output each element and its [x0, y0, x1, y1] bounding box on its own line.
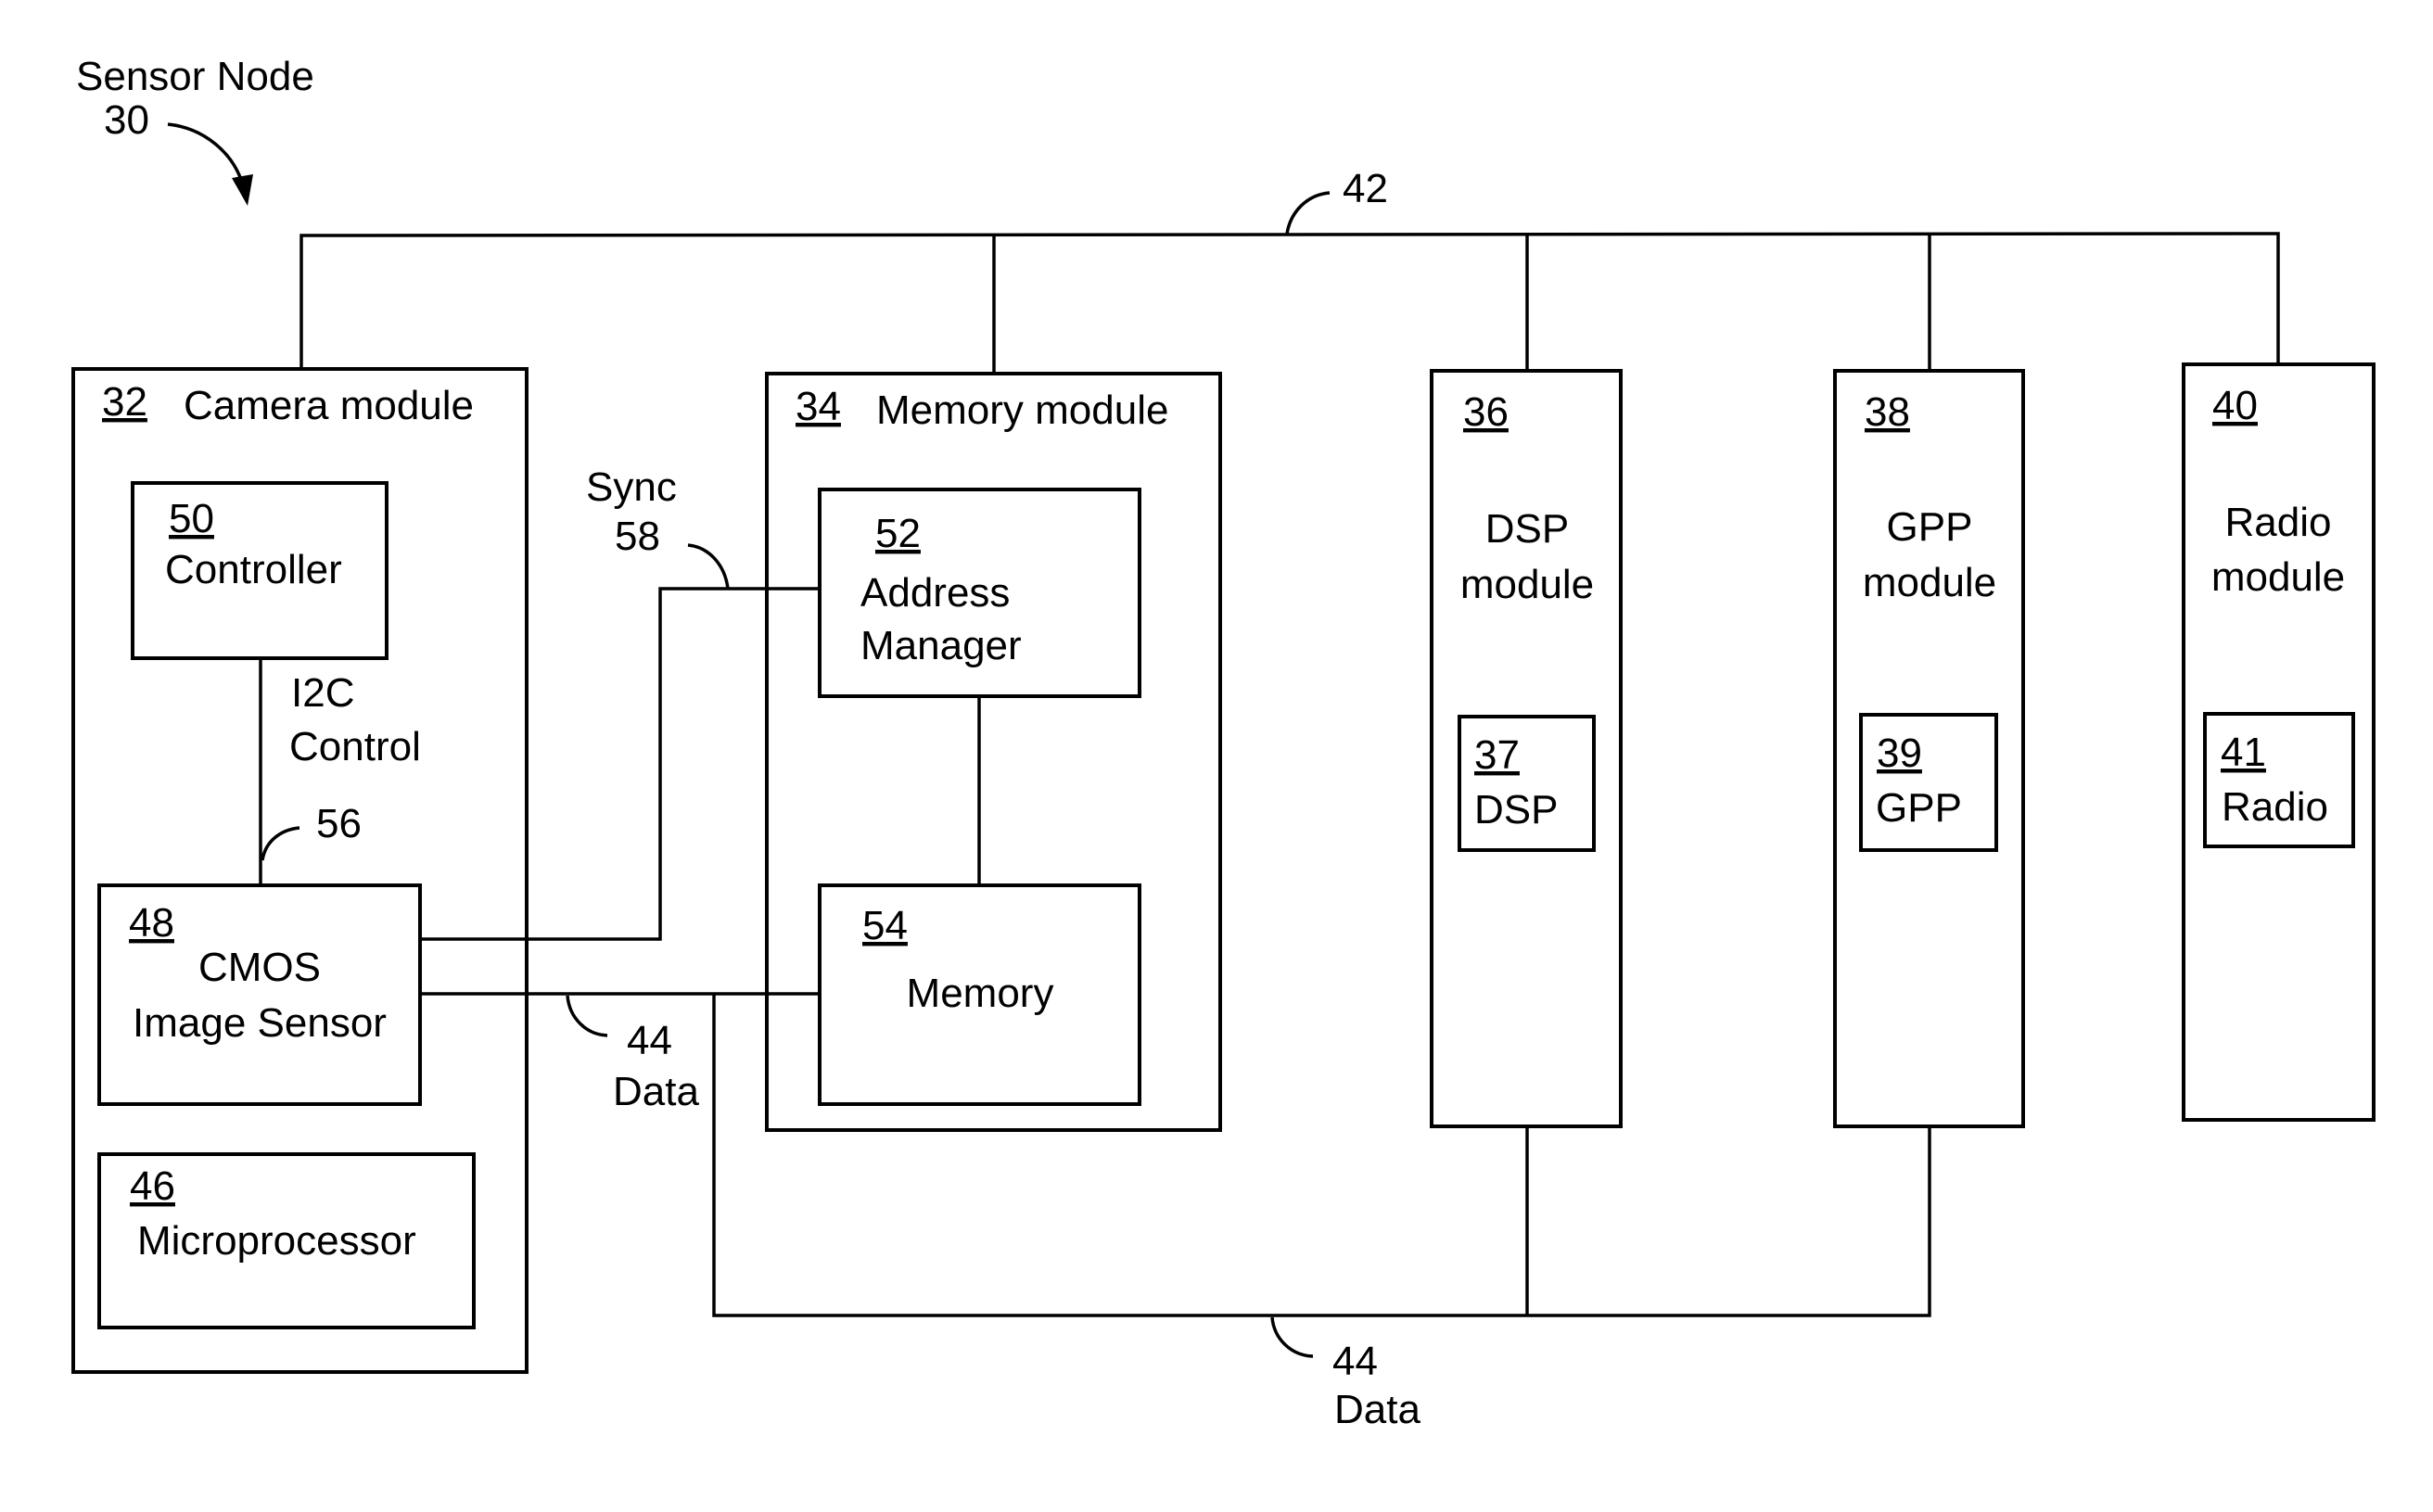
diagram-title: Sensor Node — [76, 54, 314, 99]
radio-ref: 41 — [2221, 730, 2266, 775]
sync-ref: 58 — [615, 514, 660, 559]
gpp-module-ref: 38 — [1865, 389, 1910, 435]
radio-module-line1: Radio — [2225, 500, 2332, 545]
dsp-module-line2: module — [1460, 562, 1594, 607]
dsp-module: 36 DSP module 37 DSP — [1430, 369, 1623, 1128]
controller-label: Controller — [165, 547, 342, 592]
dsp-module-ref: 36 — [1463, 389, 1509, 435]
cmos-label-line1: CMOS — [198, 945, 321, 990]
radio-block: 41 Radio — [2203, 712, 2355, 848]
pointer-arrow-icon — [167, 122, 253, 206]
data-bottom-ref: 44 — [1332, 1339, 1378, 1384]
gpp-ref: 39 — [1877, 731, 1922, 776]
controller-ref: 50 — [169, 496, 214, 541]
dsp-ref: 37 — [1474, 732, 1520, 778]
camera-module-label: Camera module — [184, 383, 474, 428]
address-manager-line2: Manager — [860, 623, 1022, 668]
gpp-module: 38 GPP module 39 GPP — [1833, 369, 2025, 1128]
gpp-block: 39 GPP — [1859, 713, 1998, 852]
dsp-label: DSP — [1474, 787, 1558, 832]
sensor-node-diagram: Sensor Node 30 42 32 Camera module 50 Co… — [71, 54, 2376, 1432]
cmos-image-sensor-block: 48 CMOS Image Sensor — [97, 883, 422, 1106]
dsp-module-line1: DSP — [1485, 506, 1569, 552]
memory-module: 34 Memory module 52 Address Manager 54 M… — [765, 372, 1222, 1132]
radio-module-line2: module — [2211, 554, 2345, 600]
cmos-ref: 48 — [129, 900, 174, 946]
dsp-block: 37 DSP — [1458, 715, 1596, 852]
address-manager-block: 52 Address Manager — [818, 488, 1141, 698]
gpp-module-line1: GPP — [1887, 504, 1973, 550]
radio-module: 40 Radio module 41 Radio — [2182, 362, 2376, 1122]
microprocessor-block: 46 Microprocessor — [97, 1152, 476, 1329]
gpp-module-line2: module — [1863, 560, 1996, 605]
cmos-label-line2: Image Sensor — [133, 1000, 387, 1046]
microprocessor-label: Microprocessor — [137, 1218, 416, 1264]
microprocessor-ref: 46 — [130, 1163, 175, 1209]
memory-ref: 54 — [862, 903, 908, 948]
address-manager-ref: 52 — [875, 511, 921, 556]
camera-module-ref: 32 — [102, 379, 147, 425]
memory-block: 54 Memory — [818, 883, 1141, 1106]
memory-module-label: Memory module — [876, 388, 1168, 433]
data-44-bottom-leader — [1270, 1316, 1314, 1358]
radio-label: Radio — [2222, 784, 2328, 830]
i2c-label-line2: Control — [289, 724, 421, 769]
radio-module-ref: 40 — [2212, 383, 2258, 428]
memory-module-ref: 34 — [796, 384, 841, 429]
bus-42-leader — [1285, 191, 1331, 235]
gpp-label: GPP — [1876, 785, 1962, 831]
data-bottom-label: Data — [1334, 1387, 1420, 1432]
top-bus — [299, 232, 2280, 374]
diagram-title-ref: 30 — [104, 97, 149, 143]
data-44-mid-leader — [566, 995, 608, 1037]
camera-module: 32 Camera module 50 Controller 48 CMOS I… — [71, 367, 529, 1374]
data-mid-ref: 44 — [627, 1018, 672, 1063]
memory-label: Memory — [907, 971, 1054, 1016]
i2c-ref: 56 — [316, 801, 362, 846]
sync-label: Sync — [586, 464, 677, 510]
address-manager-line1: Address — [860, 570, 1010, 616]
data-mid-label: Data — [613, 1069, 699, 1114]
bus-42-ref: 42 — [1343, 166, 1388, 211]
controller-block: 50 Controller — [131, 481, 389, 660]
i2c-label-line1: I2C — [291, 670, 354, 716]
sync-58-leader — [687, 543, 730, 590]
